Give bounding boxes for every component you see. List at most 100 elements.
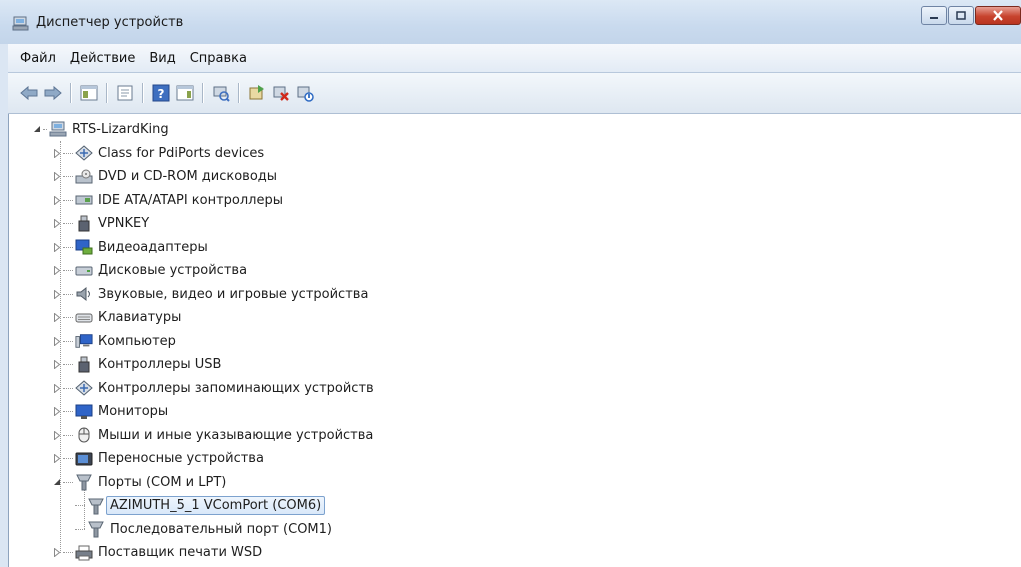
- maximize-icon: [956, 11, 966, 20]
- tree-node-label: Дисковые устройства: [98, 263, 248, 278]
- tree-child-node[interactable]: Последовательный порт (COM1): [75, 518, 332, 540]
- toolbar-separator: [70, 83, 71, 103]
- forward-button[interactable]: [42, 82, 64, 104]
- console-tree-button[interactable]: [78, 82, 100, 104]
- help-button[interactable]: ?: [150, 82, 172, 104]
- expand-arrow-icon[interactable]: [51, 542, 63, 564]
- tree-category-node[interactable]: VPNKEY: [51, 213, 149, 235]
- display-adapter-icon: [75, 238, 93, 256]
- expand-arrow-icon[interactable]: [51, 260, 63, 282]
- tree-category-node[interactable]: Дисковые устройства: [51, 260, 247, 282]
- speaker-icon: [75, 285, 93, 303]
- collapse-arrow-icon[interactable]: [51, 471, 63, 493]
- tree-category-node[interactable]: Контроллеры запоминающих устройств: [51, 377, 374, 399]
- portable-device-icon: [75, 450, 93, 468]
- tree-category-node[interactable]: Видеоадаптеры: [51, 236, 208, 258]
- close-icon: [993, 10, 1003, 21]
- expand-arrow-icon[interactable]: [51, 283, 63, 305]
- menu-action[interactable]: Действие: [63, 51, 142, 66]
- help-icon: ?: [152, 84, 170, 102]
- menu-file[interactable]: Файл: [8, 51, 63, 66]
- tree-category-node[interactable]: Компьютер: [51, 330, 176, 352]
- device-tree[interactable]: RTS-LizardKing Class for PdiPorts device…: [8, 114, 1021, 567]
- tree-category-node[interactable]: Контроллеры USB: [51, 354, 221, 376]
- title-bar[interactable]: Диспетчер устройств: [0, 0, 1021, 44]
- monitor-icon: [75, 403, 93, 421]
- tree-category-node[interactable]: Клавиатуры: [51, 307, 181, 329]
- scan-hardware-button[interactable]: [210, 82, 232, 104]
- port-icon: [75, 473, 93, 491]
- tree-node-label: Клавиатуры: [98, 310, 182, 325]
- device-manager-icon: [12, 15, 30, 31]
- properties-icon: [117, 85, 133, 101]
- tree-node-label: Переносные устройства: [98, 451, 264, 466]
- expand-arrow-icon[interactable]: [51, 142, 63, 164]
- window-title: Диспетчер устройств: [36, 15, 184, 30]
- port-icon: [87, 520, 105, 538]
- menu-help[interactable]: Справка: [183, 51, 254, 66]
- back-arrow-icon: [20, 85, 38, 101]
- tree-category-node[interactable]: Поставщик печати WSD: [51, 542, 262, 564]
- tree-root-node[interactable]: RTS-LizardKing: [31, 118, 169, 140]
- printer-icon: [75, 544, 93, 562]
- minimize-icon: [930, 16, 938, 19]
- maximize-button[interactable]: [948, 6, 974, 25]
- disk-drive-icon: [75, 262, 93, 280]
- expand-arrow-icon[interactable]: [51, 424, 63, 446]
- toolbar: ?: [8, 73, 1021, 114]
- keyboard-icon: [75, 309, 93, 327]
- ide-controller-icon: [75, 191, 93, 209]
- expand-arrow-icon[interactable]: [51, 166, 63, 188]
- tree-node-label: Контроллеры USB: [98, 357, 222, 372]
- expand-arrow-icon[interactable]: [51, 354, 63, 376]
- forward-arrow-icon: [44, 85, 62, 101]
- expand-arrow-icon[interactable]: [51, 448, 63, 470]
- close-button[interactable]: [975, 6, 1021, 25]
- expand-arrow-icon[interactable]: [51, 401, 63, 423]
- device-manager-window: Диспетчер устройств Файл Действие Вид Сп…: [0, 0, 1021, 567]
- expand-arrow-icon[interactable]: [51, 213, 63, 235]
- tree-category-node[interactable]: Class for PdiPorts devices: [51, 142, 264, 164]
- uninstall-device-icon: [273, 86, 289, 101]
- tree-category-node[interactable]: DVD и CD-ROM дисководы: [51, 166, 277, 188]
- update-driver-button[interactable]: [246, 82, 268, 104]
- svg-text:?: ?: [158, 87, 165, 101]
- menu-view[interactable]: Вид: [142, 51, 182, 66]
- tree-category-node[interactable]: Переносные устройства: [51, 448, 264, 470]
- tree-category-node[interactable]: Мониторы: [51, 401, 168, 423]
- tree-child-node[interactable]: AZIMUTH_5_1 VComPort (COM6): [75, 495, 326, 517]
- toolbar-separator: [202, 83, 203, 103]
- expand-arrow-icon[interactable]: [51, 307, 63, 329]
- expand-arrow-icon[interactable]: [51, 330, 63, 352]
- disable-device-button[interactable]: [294, 82, 316, 104]
- expand-arrow-icon[interactable]: [51, 189, 63, 211]
- uninstall-device-button[interactable]: [270, 82, 292, 104]
- tree-node-label: Последовательный порт (COM1): [110, 521, 332, 537]
- properties-button[interactable]: [114, 82, 136, 104]
- tree-category-node[interactable]: Порты (COM и LPT): [51, 471, 226, 493]
- action-pane-button[interactable]: [174, 82, 196, 104]
- computer-icon: [75, 332, 93, 350]
- back-button[interactable]: [18, 82, 40, 104]
- window-controls: [921, 6, 1021, 28]
- usb-plug-icon: [75, 215, 93, 233]
- expand-arrow-icon[interactable]: [51, 377, 63, 399]
- expand-arrow-icon[interactable]: [51, 236, 63, 258]
- tree-node-label: DVD и CD-ROM дисководы: [98, 169, 278, 184]
- tree-node-label: Поставщик печати WSD: [98, 545, 263, 560]
- update-driver-icon: [249, 85, 264, 100]
- mouse-icon: [75, 426, 93, 444]
- tree-node-label: VPNKEY: [98, 216, 150, 231]
- computer-tree-icon: [49, 120, 67, 138]
- tree-category-node[interactable]: Звуковые, видео и игровые устройства: [51, 283, 368, 305]
- port-icon: [87, 497, 105, 515]
- tree-node-label: Мыши и иные указывающие устройства: [98, 427, 374, 443]
- minimize-button[interactable]: [921, 6, 947, 25]
- tree-category-node[interactable]: IDE ATA/ATAPI контроллеры: [51, 189, 283, 211]
- tree-category-node[interactable]: Мыши и иные указывающие устройства: [51, 424, 373, 446]
- tree-node-label: Звуковые, видео и игровые устройства: [98, 286, 369, 302]
- collapse-arrow-icon[interactable]: [31, 118, 43, 140]
- tree-node-label: IDE ATA/ATAPI контроллеры: [98, 192, 284, 208]
- menu-bar: Файл Действие Вид Справка: [8, 44, 1021, 73]
- toolbar-separator: [142, 83, 143, 103]
